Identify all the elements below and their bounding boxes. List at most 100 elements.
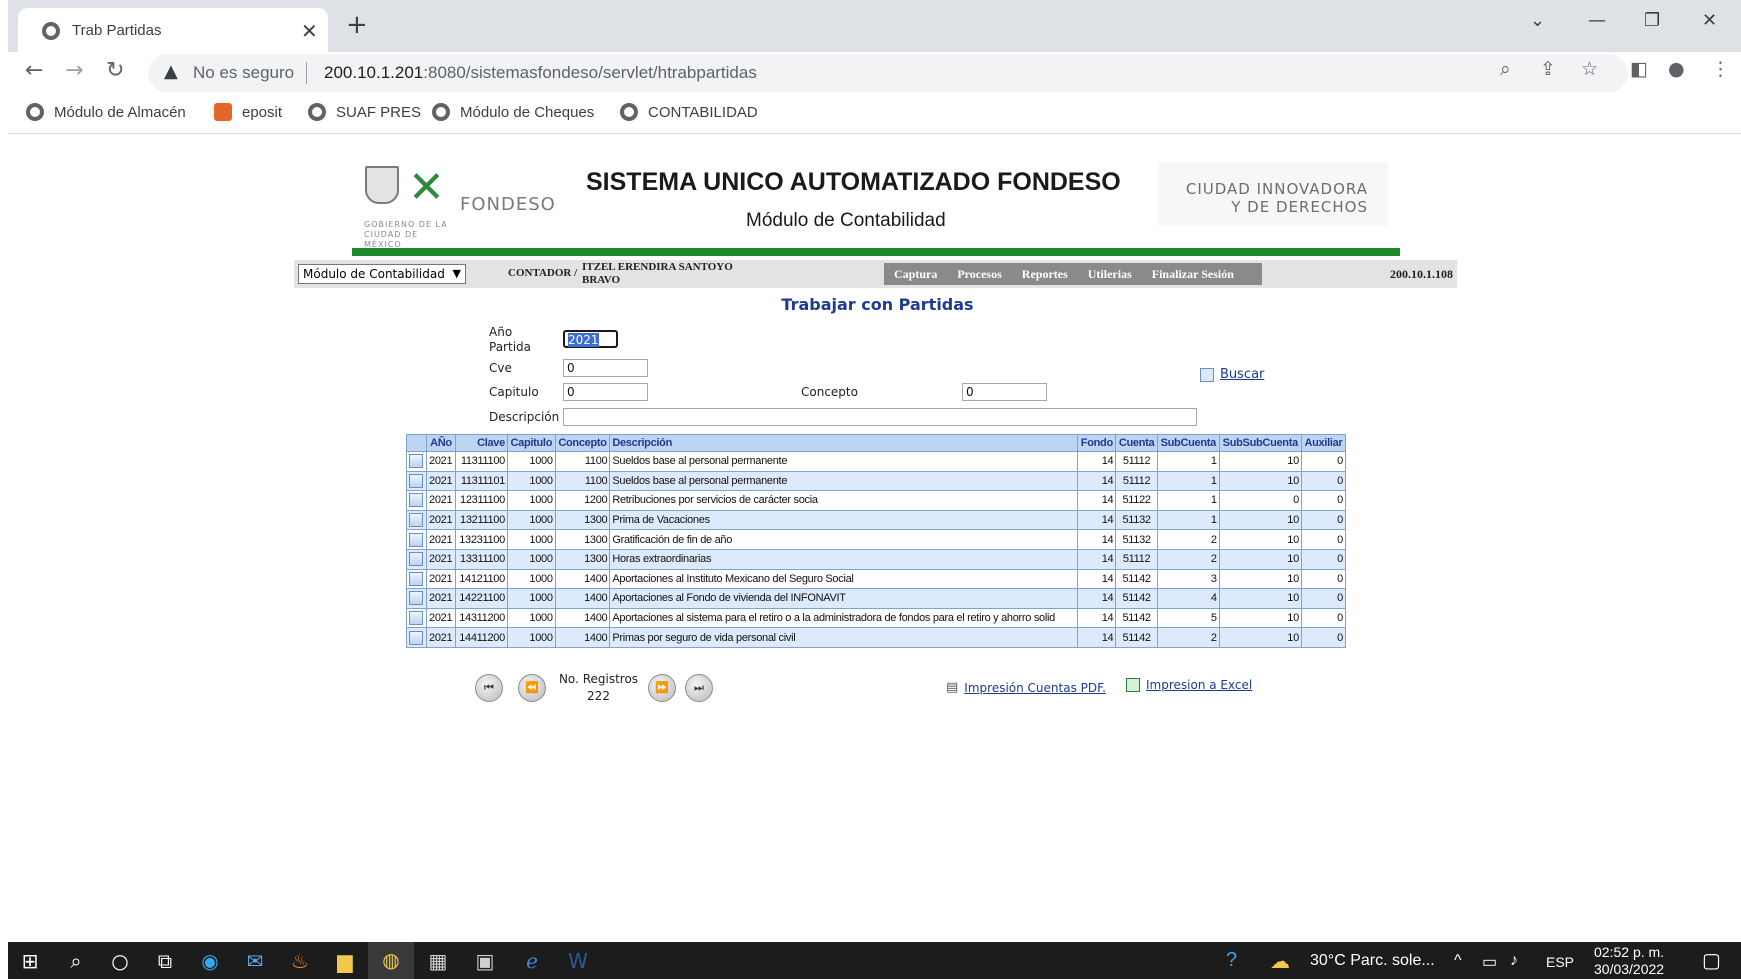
select-row-icon[interactable]	[409, 532, 423, 547]
row-select[interactable]	[406, 568, 427, 590]
cell-anio: 2021	[426, 451, 456, 472]
star-icon[interactable]: ☆	[1581, 58, 1598, 80]
cell-clave: 14411200	[454, 627, 508, 648]
cortana-icon[interactable]: ○	[108, 949, 132, 973]
help-icon[interactable]: ?	[1226, 949, 1237, 972]
chrome-icon[interactable]: ◍	[368, 942, 414, 979]
select-row-icon[interactable]	[409, 493, 423, 508]
next-page-button[interactable]: ⏩	[648, 674, 676, 702]
menu-reportes[interactable]: Reportes	[1012, 267, 1078, 282]
url-text[interactable]: 200.10.1.201:8080/sistemasfondeso/servle…	[324, 63, 757, 83]
module-select[interactable]: Módulo de Contabilidad ▼	[298, 264, 466, 284]
restore-icon[interactable]: ❐	[1644, 10, 1660, 31]
bookmark-eposit[interactable]: eposit	[214, 103, 282, 121]
prev-page-button[interactable]: ⏪	[518, 674, 546, 702]
notifications-icon[interactable]: ▢	[1702, 948, 1721, 973]
select-row-icon[interactable]	[409, 552, 423, 567]
select-row-icon[interactable]	[409, 591, 423, 606]
close-tab-icon[interactable]: ✕	[301, 19, 318, 43]
export-pdf-link[interactable]: ▤ Impresión Cuentas PDF.	[946, 680, 1106, 695]
tab-search-chevron-icon[interactable]: ⌄	[1530, 10, 1545, 31]
select-row-icon[interactable]	[409, 611, 423, 626]
select-row-icon[interactable]	[409, 513, 423, 528]
store-icon[interactable]: ▣	[473, 949, 497, 973]
row-select[interactable]	[406, 548, 427, 570]
mail-icon[interactable]: ✉	[243, 949, 267, 973]
row-select[interactable]	[406, 588, 427, 609]
menu-procesos[interactable]: Procesos	[947, 267, 1011, 282]
network-icon[interactable]: ▭	[1482, 952, 1497, 972]
cell-cuenta: 51122	[1115, 490, 1158, 511]
windows-start-icon[interactable]: ⊞	[18, 949, 42, 973]
table-row[interactable]: 2021 14311200 1000 1400 Aportaciones al …	[406, 607, 1347, 629]
descripcion-input[interactable]	[563, 408, 1197, 426]
select-row-icon[interactable]	[409, 473, 423, 488]
task-view-icon[interactable]: ⧉	[153, 949, 177, 973]
row-select[interactable]	[406, 607, 427, 629]
search-icon[interactable]: ⌕	[64, 949, 88, 973]
concepto-input[interactable]: 0	[962, 383, 1047, 401]
row-select[interactable]	[406, 490, 427, 511]
export-excel-link[interactable]: Impresion a Excel	[1126, 678, 1252, 692]
table-row[interactable]: 2021 11311100 1000 1100 Sueldos base al …	[406, 451, 1347, 472]
language-indicator[interactable]: ESP	[1546, 954, 1574, 970]
app-flame-icon[interactable]: ♨	[288, 949, 312, 973]
address-bar[interactable]: ▲ No es seguro 200.10.1.201:8080/sistema…	[148, 54, 1628, 92]
bookmark-almacen[interactable]: Módulo de Almacén	[26, 103, 186, 121]
row-select[interactable]	[406, 451, 427, 472]
menu-finalizar-sesion[interactable]: Finalizar Sesión	[1142, 267, 1244, 282]
table-row[interactable]: 2021 13231100 1000 1300 Gratificación de…	[406, 529, 1347, 550]
table-row[interactable]: 2021 13211100 1000 1300 Prima de Vacacio…	[406, 509, 1347, 531]
row-select[interactable]	[406, 627, 427, 648]
word-icon[interactable]: W	[566, 949, 590, 973]
weather-text[interactable]: 30°C Parc. sole...	[1310, 952, 1435, 970]
internet-explorer-icon[interactable]: ℯ	[520, 949, 544, 973]
row-select[interactable]	[406, 509, 427, 531]
row-select[interactable]	[406, 529, 427, 550]
table-row[interactable]: 2021 14121100 1000 1400 Aportaciones al …	[406, 568, 1347, 590]
back-icon[interactable]: ←	[25, 58, 43, 83]
table-row[interactable]: 2021 14411200 1000 1400 Primas por segur…	[406, 627, 1347, 648]
profile-icon[interactable]: ●	[1668, 58, 1685, 80]
close-window-icon[interactable]: ✕	[1702, 10, 1717, 31]
file-explorer-icon[interactable]: ▆	[333, 949, 357, 973]
buscar-link[interactable]: Buscar	[1200, 367, 1264, 382]
warning-icon[interactable]: ▲	[164, 61, 178, 82]
cell-clave: 13231100	[454, 529, 508, 550]
weather-icon[interactable]: ☁	[1270, 949, 1290, 974]
globe-icon	[620, 103, 638, 121]
edge-icon[interactable]: ◉	[198, 949, 222, 973]
table-row[interactable]: 2021 12311100 1000 1200 Retribuciones po…	[406, 490, 1347, 511]
bookmark-contabilidad[interactable]: CONTABILIDAD	[620, 103, 758, 121]
share-icon[interactable]: ⇪	[1540, 58, 1556, 80]
tray-chevron-icon[interactable]: ^	[1454, 952, 1462, 970]
cve-input[interactable]: 0	[563, 359, 648, 377]
select-row-icon[interactable]	[409, 630, 423, 645]
calculator-icon[interactable]: ▦	[426, 949, 450, 973]
zoom-icon[interactable]: ⌕	[1500, 58, 1511, 80]
menu-utilerias[interactable]: Utilerias	[1078, 267, 1142, 282]
row-select[interactable]	[406, 470, 427, 492]
table-row[interactable]: 2021 11311101 1000 1100 Sueldos base al …	[406, 470, 1347, 492]
last-page-button[interactable]: ⏭	[685, 674, 713, 702]
select-row-icon[interactable]	[409, 571, 423, 586]
menu-icon[interactable]: ⋮	[1711, 58, 1730, 80]
side-panel-icon[interactable]: ◧	[1630, 58, 1648, 80]
minimize-icon[interactable]: —	[1588, 10, 1606, 31]
capitulo-input[interactable]: 0	[563, 383, 648, 401]
select-row-icon[interactable]	[409, 454, 423, 469]
forward-icon[interactable]: →	[65, 58, 83, 83]
menu-captura[interactable]: Captura	[884, 267, 947, 282]
new-tab-icon[interactable]: +	[346, 10, 368, 40]
table-row[interactable]: 2021 13311100 1000 1300 Horas extraordin…	[406, 548, 1347, 570]
clock[interactable]: 02:52 p. m. 30/03/2022	[1594, 944, 1664, 978]
first-page-button[interactable]: ⏮	[475, 674, 503, 702]
browser-tab[interactable]: Trab Partidas ✕	[18, 8, 328, 54]
bookmark-suaf-pres[interactable]: SUAF PRES	[308, 103, 421, 121]
volume-icon[interactable]: ♪	[1510, 952, 1518, 970]
bookmark-cheques[interactable]: Módulo de Cheques	[432, 103, 594, 121]
table-row[interactable]: 2021 14221100 1000 1400 Aportaciones al …	[406, 588, 1347, 609]
anio-input[interactable]: 2021	[563, 330, 618, 348]
reload-icon[interactable]: ↻	[106, 58, 124, 83]
security-status[interactable]: No es seguro	[193, 63, 294, 83]
